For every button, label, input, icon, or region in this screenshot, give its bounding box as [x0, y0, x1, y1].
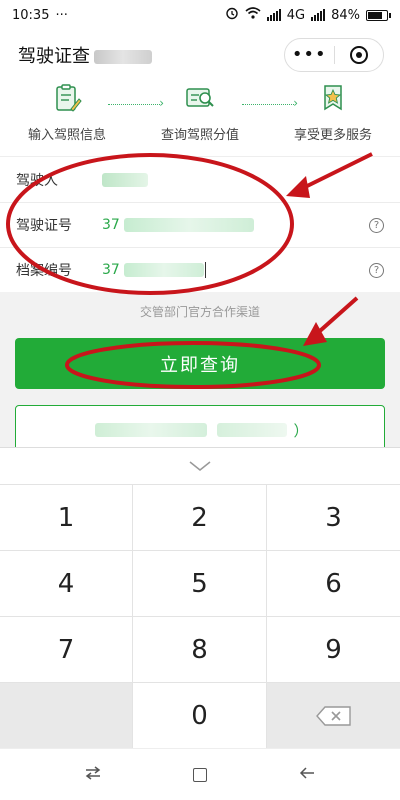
more-button[interactable]: •••	[285, 46, 334, 64]
key-9[interactable]: 9	[267, 616, 400, 682]
license-number-label: 驾驶证号	[16, 218, 72, 234]
back-arrow-icon	[299, 767, 314, 779]
step-query-score: 查询驾照分值	[140, 82, 260, 143]
file-number-field[interactable]: 37	[102, 262, 206, 278]
step-more-services: 享受更多服务	[273, 82, 393, 143]
key-0[interactable]: 0	[133, 682, 267, 748]
wifi-icon	[245, 7, 261, 23]
driver-name-row: 驾驶人	[0, 157, 400, 202]
back-button[interactable]	[292, 764, 322, 785]
key-8[interactable]: 8	[133, 616, 267, 682]
keypad: 1 2 3 4 5 6 7 8 9 0	[0, 484, 400, 748]
blurred-title-text	[94, 50, 152, 64]
home-square-icon	[192, 767, 207, 782]
status-time: 10:35	[12, 7, 50, 23]
battery-icon	[366, 9, 391, 21]
switch-apps-icon[interactable]	[78, 764, 108, 785]
chevron-down-icon	[189, 461, 211, 471]
key-1[interactable]: 1	[0, 484, 133, 550]
blurred-link-text-2	[217, 423, 288, 437]
card-search-icon	[186, 88, 214, 107]
key-blank	[0, 682, 133, 748]
license-number-row: 驾驶证号 37 ?	[0, 202, 400, 247]
battery-percent: 84%	[331, 7, 360, 23]
mini-program-titlebar: 驾驶证查 •••	[0, 30, 400, 80]
system-nav-bar	[0, 748, 400, 800]
home-button[interactable]	[185, 767, 215, 782]
driver-name-label: 驾驶人	[16, 172, 58, 189]
keyboard-collapse-button[interactable]	[0, 448, 400, 484]
key-3[interactable]: 3	[267, 484, 400, 550]
license-help-icon[interactable]: ?	[369, 217, 384, 233]
driver-name-field[interactable]	[102, 172, 148, 187]
progress-steps: 输入驾照信息 查询驾照分值 享受更多服务	[0, 82, 400, 154]
key-7[interactable]: 7	[0, 616, 133, 682]
key-5[interactable]: 5	[133, 550, 267, 616]
alarm-icon	[225, 6, 239, 24]
signal-icon-2	[311, 9, 326, 21]
more-icon: •••	[291, 44, 327, 65]
network-type: 4G	[286, 7, 306, 23]
status-bar: 10:35 ··· 4G 84%	[0, 0, 400, 30]
license-number-field[interactable]: 37	[102, 217, 254, 233]
page-title: 驾驶证查	[18, 42, 152, 68]
close-button[interactable]	[335, 46, 384, 64]
capsule-menu: •••	[284, 38, 384, 72]
key-6[interactable]: 6	[267, 550, 400, 616]
clipboard-edit-icon	[56, 84, 82, 112]
step-enter-info: 输入驾照信息	[7, 82, 127, 143]
star-badge-icon	[324, 85, 342, 111]
status-dots: ···	[55, 7, 68, 23]
file-number-label: 档案编号	[16, 263, 72, 279]
license-form: 驾驶人 驾驶证号 37 ? 档案编号 37 ?	[0, 156, 400, 292]
signal-icon	[266, 9, 281, 21]
key-4[interactable]: 4	[0, 550, 133, 616]
blurred-link-text	[95, 423, 208, 437]
partner-note: 交管部门官方合作渠道	[139, 305, 260, 319]
text-cursor	[204, 262, 206, 278]
query-now-button[interactable]: 立即查询	[15, 338, 385, 389]
key-2[interactable]: 2	[133, 484, 267, 550]
backspace-icon	[315, 705, 351, 726]
key-backspace[interactable]	[267, 682, 400, 748]
file-help-icon[interactable]: ?	[369, 262, 384, 278]
numeric-keyboard: 1 2 3 4 5 6 7 8 9 0	[0, 447, 400, 748]
file-number-row: 档案编号 37 ?	[0, 247, 400, 292]
close-target-icon	[349, 46, 368, 64]
